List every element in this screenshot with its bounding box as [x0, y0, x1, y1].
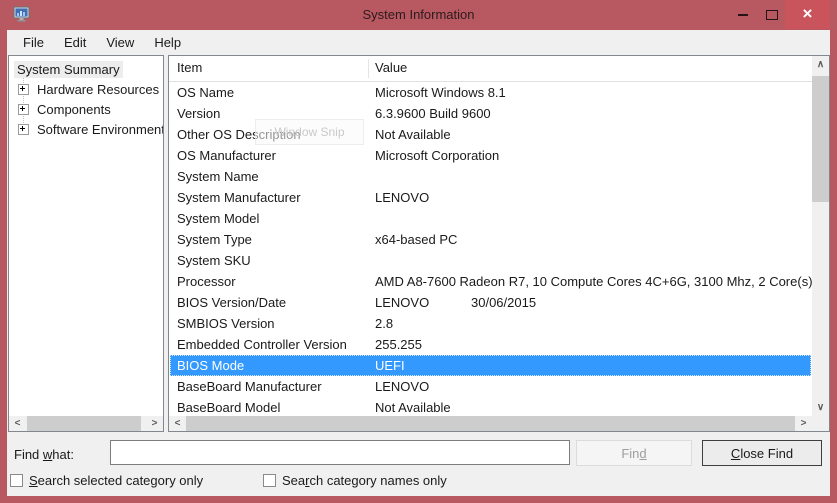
table-row[interactable]: OS Manufacturer Microsoft Corporation: [170, 145, 811, 166]
checkbox-icon[interactable]: [263, 474, 276, 487]
checkbox-icon[interactable]: [10, 474, 23, 487]
table-row[interactable]: SMBIOS Version 2.8: [170, 313, 811, 334]
cell-value: Microsoft Windows 8.1: [375, 85, 506, 100]
table-row[interactable]: System Manufacturer LENOVO: [170, 187, 811, 208]
expand-plus-icon[interactable]: [18, 104, 29, 115]
menu-item[interactable]: File: [13, 32, 54, 54]
category-tree-panel: System Summary Hardware Resources Compon…: [8, 55, 164, 432]
scroll-down-icon[interactable]: ∨: [812, 399, 829, 416]
tree-item[interactable]: Software Environment: [9, 119, 163, 139]
details-list-panel: Item Value OS Name Microsoft Windows 8.1…: [168, 55, 830, 432]
find-input[interactable]: [110, 440, 570, 465]
system-information-window: System Information × File Edit View Help…: [0, 0, 837, 503]
titlebar[interactable]: System Information ×: [0, 0, 837, 30]
tree-item-label: Components: [34, 101, 114, 118]
scroll-left-icon[interactable]: <: [9, 416, 26, 431]
scroll-thumb[interactable]: [186, 416, 795, 431]
tree-item-label: Hardware Resources: [34, 81, 162, 98]
cell-value: 6.3.9600 Build 9600: [375, 106, 491, 121]
table-row[interactable]: System Name: [170, 166, 811, 187]
tree-item-label: System Summary: [14, 61, 123, 78]
menu-item[interactable]: Edit: [54, 32, 96, 54]
cell-item: Processor: [177, 274, 236, 289]
menu-item[interactable]: View: [96, 32, 144, 54]
cell-value: 255.255: [375, 337, 422, 352]
table-row[interactable]: System SKU: [170, 250, 811, 271]
cell-item: SMBIOS Version: [177, 316, 275, 331]
minimize-icon: [738, 14, 748, 16]
cell-value: Microsoft Corporation: [375, 148, 499, 163]
cell-item: System Name: [177, 169, 259, 184]
scroll-up-icon[interactable]: ∧: [812, 56, 829, 73]
tree-item[interactable]: System Summary: [9, 59, 163, 79]
cell-item: BIOS Version/Date: [177, 295, 286, 310]
cell-value: LENOVO: [375, 190, 429, 205]
find-what-label: Find what:: [14, 447, 74, 462]
tree-horizontal-scrollbar[interactable]: < >: [9, 416, 163, 431]
checkbox-search-selected-category[interactable]: Search selected category only: [10, 473, 203, 488]
table-row[interactable]: Embedded Controller Version 255.255: [170, 334, 811, 355]
column-header-value[interactable]: Value: [375, 60, 407, 75]
cell-item: Version: [177, 106, 220, 121]
cell-value: AMD A8-7600 Radeon R7, 10 Compute Cores …: [375, 274, 813, 289]
cell-value: 2.8: [375, 316, 393, 331]
table-row[interactable]: OS Name Microsoft Windows 8.1: [170, 82, 811, 103]
column-header-item[interactable]: Item: [177, 60, 202, 75]
expand-plus-icon[interactable]: [18, 84, 29, 95]
close-find-button[interactable]: Close Find: [702, 440, 822, 466]
cell-item: BIOS Mode: [177, 358, 244, 373]
maximize-button[interactable]: [758, 0, 786, 29]
window-title: System Information: [0, 7, 837, 22]
table-row[interactable]: System Type x64-based PC: [170, 229, 811, 250]
table-row[interactable]: Processor AMD A8-7600 Radeon R7, 10 Comp…: [170, 271, 811, 292]
scroll-left-icon[interactable]: <: [169, 416, 186, 431]
scroll-right-icon[interactable]: >: [795, 416, 812, 431]
cell-value: LENOVO: [375, 379, 429, 394]
scroll-thumb[interactable]: [812, 76, 829, 202]
table-row[interactable]: System Model: [170, 208, 811, 229]
cell-item: System SKU: [177, 253, 251, 268]
cell-value: UEFI: [375, 358, 405, 373]
cell-value: x64-based PC: [375, 232, 457, 247]
cell-value-secondary: 30/06/2015: [471, 295, 536, 310]
cell-value: Not Available: [375, 127, 451, 142]
list-horizontal-scrollbar[interactable]: < >: [169, 416, 812, 431]
cell-item: OS Name: [177, 85, 234, 100]
close-button[interactable]: ×: [785, 0, 830, 29]
cell-item: System Manufacturer: [177, 190, 301, 205]
tree-item-label: Software Environment: [34, 121, 163, 138]
tree-item[interactable]: Components: [9, 99, 163, 119]
table-row[interactable]: BIOS Mode UEFI: [170, 355, 811, 376]
checkbox-label: Search category names only: [282, 473, 447, 488]
menubar: File Edit View Help: [7, 30, 830, 55]
cell-value: LENOVO: [375, 295, 429, 310]
column-separator[interactable]: [368, 59, 369, 78]
vertical-scrollbar[interactable]: ∧ ∨: [812, 56, 829, 416]
list-header[interactable]: Item Value: [169, 56, 812, 82]
scroll-right-icon[interactable]: >: [146, 416, 163, 431]
menu-item[interactable]: Help: [144, 32, 191, 54]
cell-item: Embedded Controller Version: [177, 337, 347, 352]
cell-value: Not Available: [375, 400, 451, 415]
table-row[interactable]: BIOS Version/Date LENOVO 30/06/2015: [170, 292, 811, 313]
tree-item[interactable]: Hardware Resources: [9, 79, 163, 99]
expand-plus-icon[interactable]: [18, 124, 29, 135]
table-row[interactable]: BaseBoard Model Not Available: [170, 397, 811, 418]
cell-item: System Type: [177, 232, 252, 247]
cell-item: System Model: [177, 211, 259, 226]
cell-item: OS Manufacturer: [177, 148, 276, 163]
maximize-icon: [766, 10, 778, 20]
scroll-thumb[interactable]: [27, 416, 141, 431]
window-snip-ghost: Window Snip: [255, 119, 364, 145]
minimize-button[interactable]: [728, 0, 758, 29]
close-icon: ×: [803, 5, 813, 22]
cell-item: BaseBoard Model: [177, 400, 280, 415]
cell-item: BaseBoard Manufacturer: [177, 379, 322, 394]
checkbox-search-category-names[interactable]: Search category names only: [263, 473, 447, 488]
scrollbar-corner: [812, 416, 829, 431]
checkbox-label: Search selected category only: [29, 473, 203, 488]
table-row[interactable]: BaseBoard Manufacturer LENOVO: [170, 376, 811, 397]
category-tree: System Summary Hardware Resources Compon…: [9, 59, 163, 139]
find-button[interactable]: Find: [576, 440, 692, 466]
